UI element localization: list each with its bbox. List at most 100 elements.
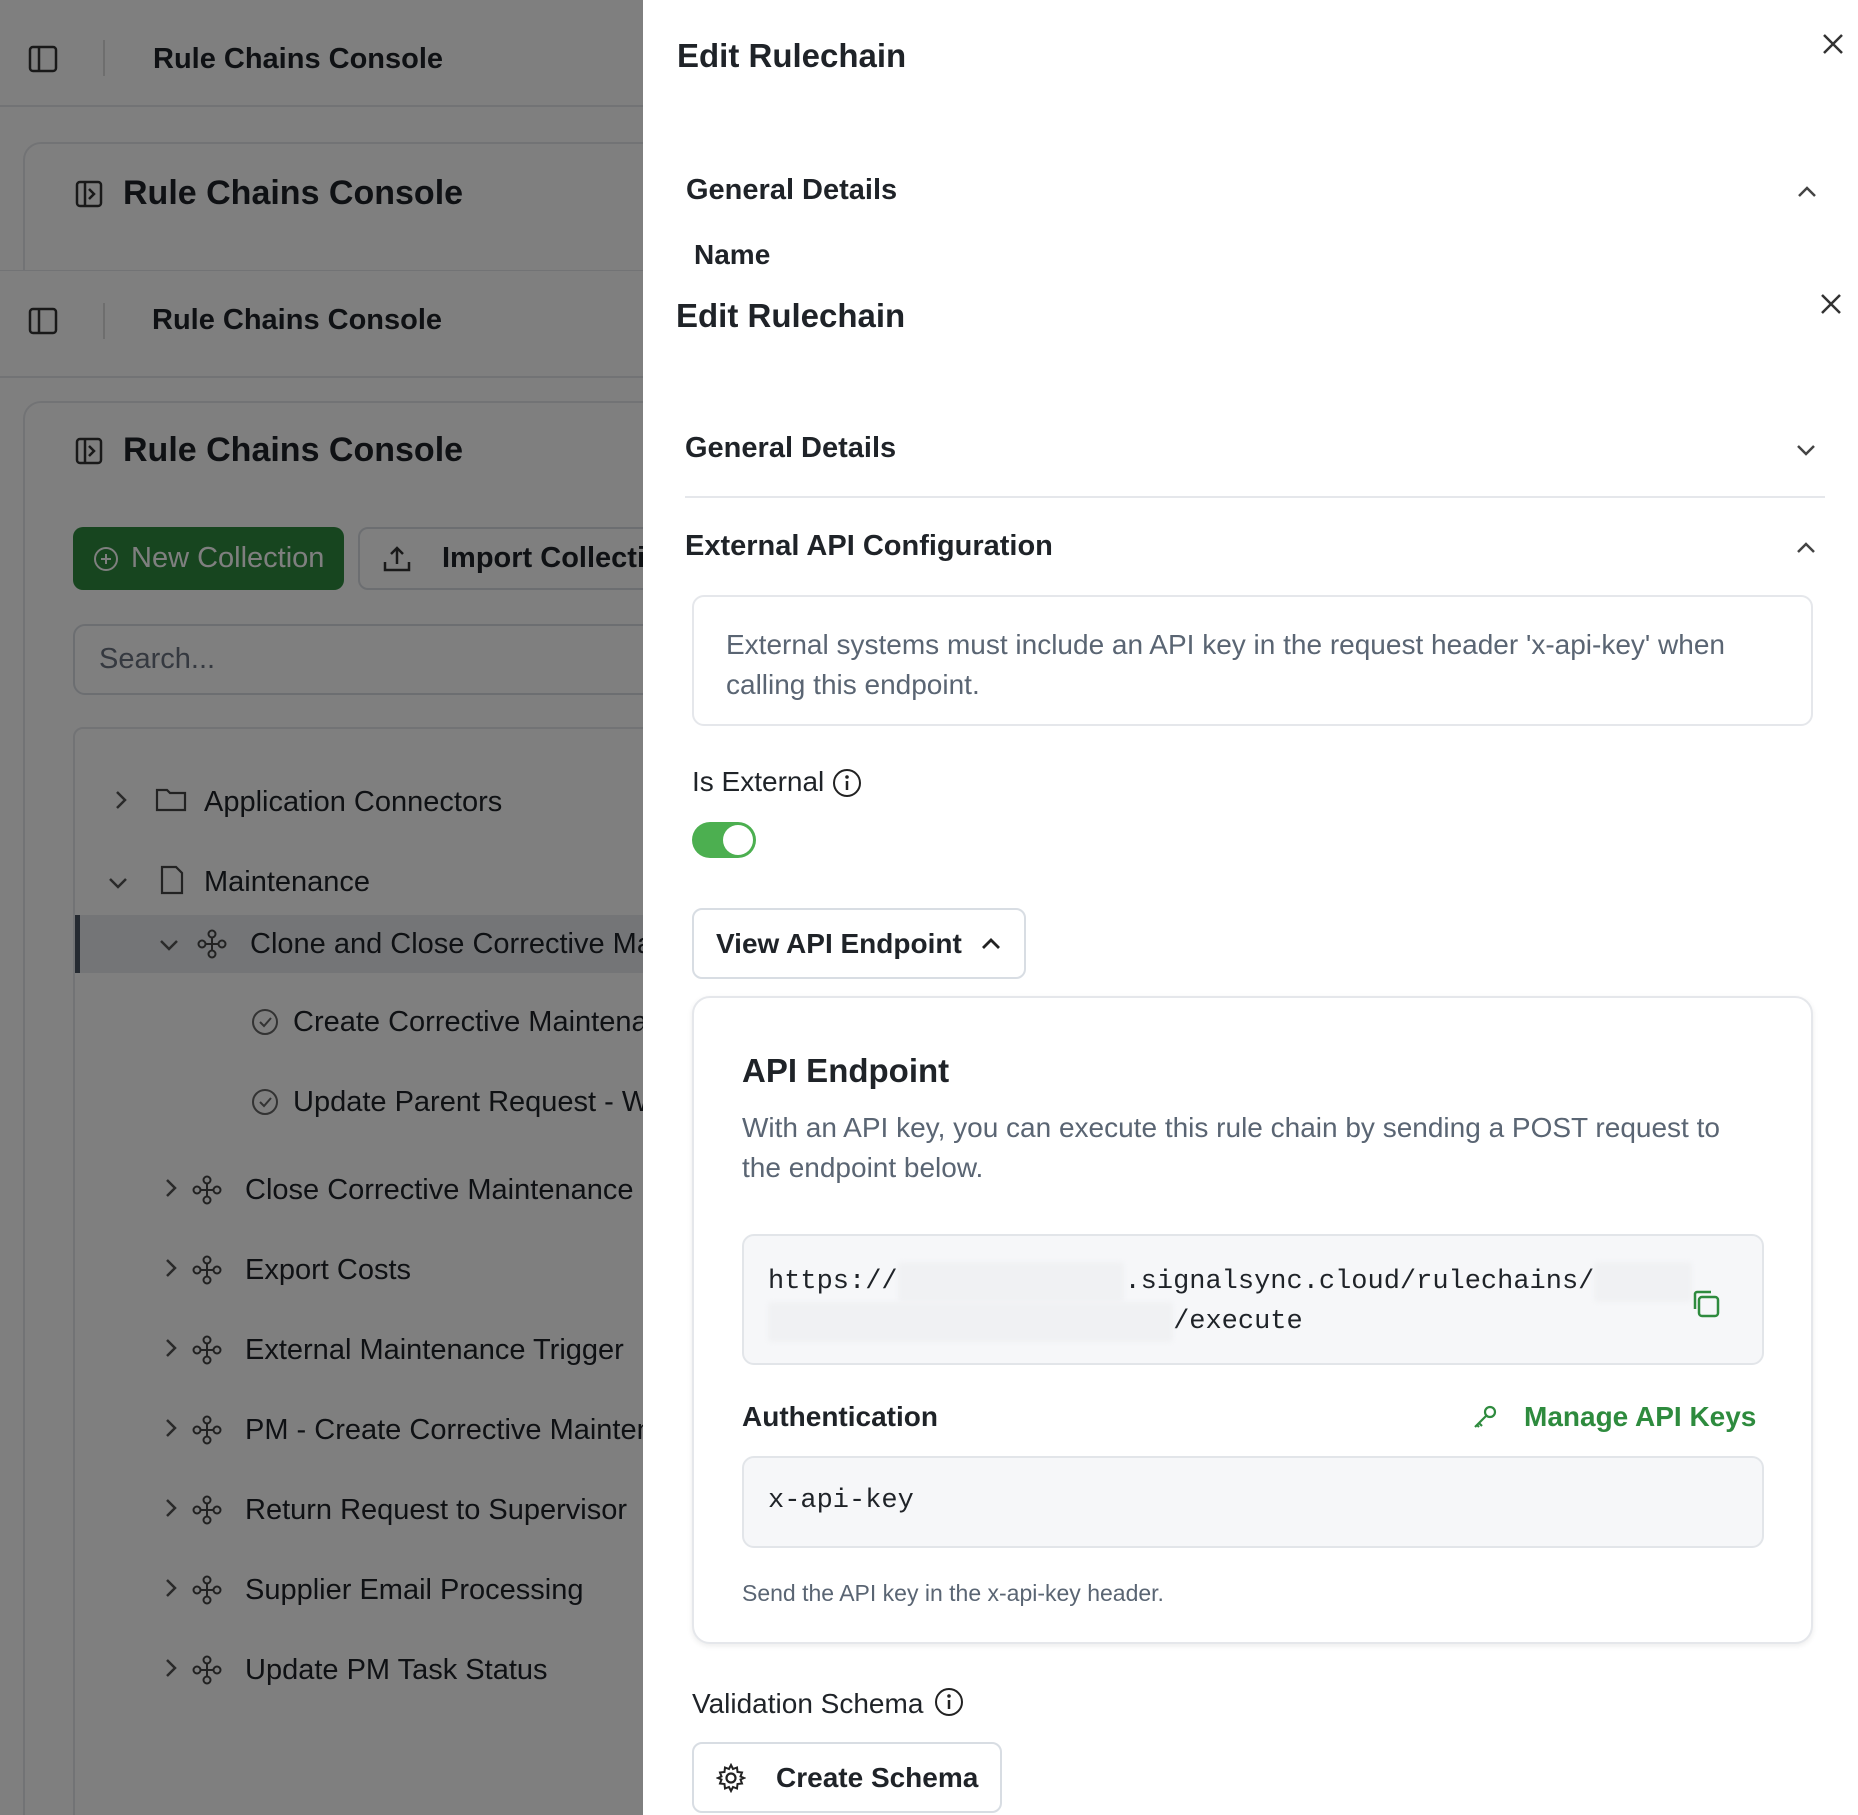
search-placeholder: Search... — [99, 643, 216, 675]
auth-hint: Send the API key in the x-api-key header… — [742, 1580, 1164, 1606]
redacted-id: 1a2b3c — [1594, 1262, 1692, 1302]
workflow-icon — [192, 1335, 222, 1373]
tree-label: External Maintenance Trigger — [245, 1333, 624, 1366]
chevron-up-icon — [981, 937, 1000, 949]
tree-item-application-connectors[interactable]: Application Connectors — [75, 773, 643, 831]
upload-icon — [383, 545, 411, 571]
create-schema-label: Create Schema — [776, 1761, 979, 1793]
workflow-icon — [192, 1175, 222, 1213]
document-icon — [159, 865, 185, 903]
divider — [103, 303, 105, 339]
close-icon[interactable] — [1821, 32, 1845, 61]
tree-item-update-pm-task[interactable]: Update PM Task Status — [75, 1641, 643, 1699]
api-endpoint-title: API Endpoint — [742, 1052, 950, 1089]
tree-label: Update Parent Request - Wo — [293, 1085, 643, 1118]
external-api-config-header[interactable]: External API Configuration — [685, 530, 1053, 563]
tree-label: Application Connectors — [204, 785, 503, 818]
header-name-value: x-api-key — [768, 1486, 914, 1516]
screen: Rule Chains Console Rule Chains Console … — [0, 0, 1858, 1815]
key-icon — [1474, 1405, 1497, 1428]
redacted-id: 4d5e-6f7a-8b9c-0d1e2f3a4b — [768, 1302, 1174, 1342]
tree-item-return-request[interactable]: Return Request to Supervisor — [75, 1481, 643, 1539]
tree-label: Return Request to Supervisor — [245, 1493, 628, 1526]
create-schema-button[interactable]: Create Schema — [692, 1742, 1003, 1813]
rulechain-tree: Application Connectors Maintenance Clone — [73, 727, 643, 1815]
authentication-label: Authentication — [742, 1401, 938, 1432]
view-endpoint-label: View API Endpoint — [716, 927, 962, 959]
info-icon[interactable] — [934, 1687, 964, 1722]
chevron-down-icon[interactable] — [1795, 442, 1817, 463]
tree-item-update-parent[interactable]: Update Parent Request - Wo — [75, 1073, 643, 1131]
chevron-right-icon[interactable] — [163, 1414, 179, 1447]
tree-label: PM - Create Corrective Mainten — [245, 1413, 643, 1446]
divider — [103, 40, 105, 76]
panel-title: Edit Rulechain — [677, 37, 907, 74]
url-domain: .signalsync.cloud/rulechains/ — [1124, 1267, 1595, 1297]
general-details-header[interactable]: General Details — [685, 432, 896, 465]
gear-icon — [716, 1762, 746, 1793]
new-collection-button[interactable]: New Collection — [73, 527, 345, 590]
tree-item-clone-close[interactable]: Clone and Close Corrective Mai — [75, 915, 643, 973]
tree-item-pm-create[interactable]: PM - Create Corrective Mainten — [75, 1401, 643, 1459]
top-bar: Rule Chains Console — [0, 0, 643, 107]
new-collection-label: New Collection — [131, 542, 325, 574]
copy-icon[interactable] — [1690, 1288, 1722, 1325]
chevron-right-icon[interactable] — [163, 1574, 179, 1607]
tree-item-supplier-email[interactable]: Supplier Email Processing — [75, 1561, 643, 1619]
info-box: External systems must include an API key… — [692, 595, 1813, 726]
chevron-down-icon[interactable] — [107, 866, 129, 899]
chevron-right-icon[interactable] — [113, 786, 129, 819]
manage-api-keys-link[interactable]: Manage API Keys — [1472, 1401, 1756, 1433]
tree-label: Supplier Email Processing — [245, 1573, 584, 1606]
breadcrumb-title: Rule Chains Console — [152, 304, 443, 336]
chevron-right-icon[interactable] — [163, 1494, 179, 1527]
info-icon[interactable] — [832, 768, 862, 803]
check-circle-icon — [250, 1087, 280, 1125]
tree-item-maintenance[interactable]: Maintenance — [75, 853, 643, 911]
panel-icon — [75, 180, 103, 208]
background-console-top: Rule Chains Console Rule Chains Console — [0, 0, 643, 270]
redacted-subdomain: app.workorders — [897, 1262, 1125, 1302]
edit-rulechain-panel-top: Edit Rulechain General Details Name — [643, 0, 1858, 270]
chevron-right-icon[interactable] — [163, 1654, 179, 1687]
endpoint-url-box[interactable]: https://app.workorders.signalsync.cloud/… — [742, 1234, 1764, 1365]
tree-label: Create Corrective Maintenar — [293, 1005, 643, 1038]
import-collection-button[interactable]: Import Collectio — [358, 527, 643, 590]
tree-label: Close Corrective Maintenance R — [245, 1173, 643, 1206]
general-details-header[interactable]: General Details — [686, 174, 897, 207]
tree-item-create-corrective[interactable]: Create Corrective Maintenar — [75, 993, 643, 1051]
chevron-right-icon[interactable] — [163, 1254, 179, 1287]
header-name-box[interactable]: x-api-key — [742, 1456, 1764, 1548]
toggle-knob — [723, 825, 753, 855]
tree-item-external-trigger[interactable]: External Maintenance Trigger — [75, 1321, 643, 1379]
workflow-icon — [192, 1655, 222, 1693]
chevron-right-icon[interactable] — [163, 1174, 179, 1207]
tree-label: Maintenance — [204, 865, 371, 898]
search-input[interactable]: Search... — [73, 624, 643, 695]
url-suffix: /execute — [1173, 1307, 1303, 1337]
breadcrumb-title: Rule Chains Console — [153, 43, 444, 75]
tree-item-close-corrective[interactable]: Close Corrective Maintenance R — [75, 1161, 643, 1219]
sidebar-toggle-icon[interactable] — [28, 307, 58, 335]
panel-title: Edit Rulechain — [676, 297, 906, 334]
chevron-down-icon[interactable] — [158, 928, 180, 961]
is-external-toggle[interactable] — [692, 822, 756, 858]
tree-item-export-costs[interactable]: Export Costs — [75, 1241, 643, 1299]
top-bar: Rule Chains Console — [0, 271, 643, 378]
folder-icon — [155, 785, 187, 821]
chevron-up-icon[interactable] — [1796, 184, 1818, 205]
workflow-icon — [192, 1255, 222, 1293]
close-icon[interactable] — [1819, 292, 1843, 321]
view-api-endpoint-button[interactable]: View API Endpoint — [692, 908, 1026, 979]
chevron-right-icon[interactable] — [163, 1334, 179, 1367]
workflow-icon — [192, 1415, 222, 1453]
sidebar-toggle-icon[interactable] — [28, 45, 58, 73]
tree-label: Export Costs — [245, 1253, 411, 1286]
info-text: External systems must include an API key… — [726, 629, 1725, 700]
chevron-up-icon[interactable] — [1795, 540, 1817, 561]
workflow-icon — [197, 929, 227, 967]
console-card: Rule Chains Console — [23, 142, 643, 270]
workflow-icon — [192, 1495, 222, 1533]
name-label: Name — [694, 239, 771, 270]
tree-label: Update PM Task Status — [245, 1653, 548, 1686]
